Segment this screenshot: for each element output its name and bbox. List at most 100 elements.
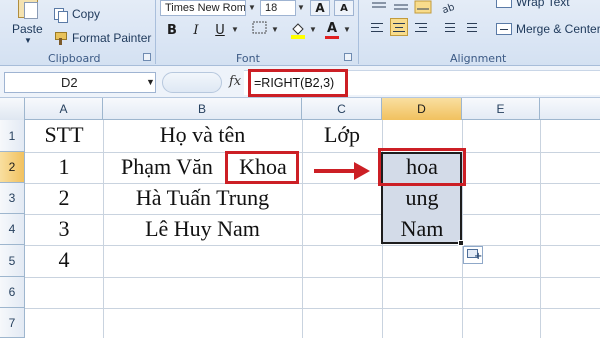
font-color-dropdown-icon[interactable]: ▼ bbox=[342, 22, 352, 38]
column-header-b[interactable]: B bbox=[103, 98, 302, 120]
align-left-icon bbox=[371, 27, 379, 28]
bottom-align-icon bbox=[414, 0, 432, 14]
formula-bar-resize-handle[interactable] bbox=[162, 72, 222, 93]
gridline bbox=[25, 214, 600, 215]
select-all-button[interactable] bbox=[0, 98, 25, 120]
wrap-text-button[interactable]: Wrap Text bbox=[496, 0, 570, 9]
paste-button[interactable]: Paste ▼ bbox=[6, 0, 50, 48]
format-painter-button[interactable]: Format Painter bbox=[54, 30, 151, 46]
clipboard-icon bbox=[18, 0, 38, 19]
top-align-button[interactable] bbox=[370, 0, 388, 14]
border-button[interactable] bbox=[250, 20, 270, 40]
align-center-button[interactable] bbox=[390, 18, 408, 36]
insert-function-button[interactable]: fx bbox=[229, 74, 241, 89]
middle-align-button[interactable] bbox=[392, 0, 410, 14]
increase-indent-button[interactable] bbox=[460, 18, 478, 36]
font-name-box[interactable]: Times New Rom bbox=[160, 0, 246, 16]
row-header-3[interactable]: 3 bbox=[0, 183, 25, 214]
merge-center-icon bbox=[496, 23, 512, 35]
fill-color-dropdown-icon[interactable]: ▼ bbox=[308, 22, 318, 38]
column-header-d[interactable]: D bbox=[382, 98, 462, 120]
align-center-icon bbox=[393, 31, 405, 32]
font-size-dropdown-icon[interactable]: ▼ bbox=[296, 0, 306, 16]
italic-button[interactable]: I bbox=[186, 20, 206, 40]
font-color-button[interactable]: A bbox=[322, 20, 342, 40]
cell-b1[interactable]: Họ và tên bbox=[103, 122, 302, 148]
align-left-icon bbox=[371, 31, 383, 32]
row-header-6[interactable]: 6 bbox=[0, 277, 25, 308]
column-header-row: A B C D E bbox=[0, 98, 600, 120]
underline-dropdown-icon[interactable]: ▼ bbox=[230, 22, 240, 38]
merge-center-button[interactable]: Merge & Center bbox=[496, 22, 600, 36]
cell-d2[interactable]: hoa bbox=[382, 154, 462, 180]
decrease-indent-button[interactable] bbox=[438, 18, 456, 36]
arrow-icon bbox=[314, 169, 358, 173]
font-color-label: A bbox=[326, 21, 338, 36]
clipboard-launcher-icon[interactable] bbox=[143, 53, 151, 61]
font-group-label: Font bbox=[236, 52, 260, 65]
cell-a5[interactable]: 4 bbox=[25, 247, 103, 273]
font-name-dropdown-icon[interactable]: ▼ bbox=[247, 0, 257, 16]
copy-icon bbox=[54, 7, 68, 23]
middle-align-icon bbox=[394, 4, 408, 10]
formula-highlight: =RIGHT(B2,3) bbox=[248, 69, 348, 97]
cell-b4[interactable]: Lê Huy Nam bbox=[103, 216, 302, 242]
indent-icon bbox=[467, 23, 477, 24]
column-header-a[interactable]: A bbox=[25, 98, 103, 120]
gridline bbox=[25, 277, 600, 278]
underline-button[interactable]: U bbox=[210, 20, 230, 40]
cell-b2-text: Phạm Văn bbox=[121, 154, 213, 179]
align-left-button[interactable] bbox=[368, 18, 386, 36]
formula-bar: D2 ▼ fx =RIGHT(B2,3) bbox=[0, 66, 600, 98]
bold-button[interactable]: B bbox=[162, 20, 182, 40]
auto-fill-options-icon[interactable] bbox=[463, 246, 483, 264]
cell-b2[interactable]: Phạm Văn bbox=[121, 154, 231, 180]
row-header-5[interactable]: 5 bbox=[0, 245, 25, 277]
group-divider bbox=[358, 0, 359, 64]
border-icon bbox=[252, 21, 267, 34]
column-header-c[interactable]: C bbox=[302, 98, 382, 120]
shrink-font-button[interactable]: A bbox=[334, 0, 354, 16]
align-center-icon bbox=[393, 23, 405, 24]
merge-center-label: Merge & Center bbox=[516, 22, 600, 36]
orientation-icon: ab bbox=[441, 2, 456, 17]
fill-color-button[interactable] bbox=[288, 20, 308, 40]
column-header-e[interactable]: E bbox=[462, 98, 540, 120]
name-box[interactable]: D2 bbox=[4, 72, 156, 93]
orientation-button[interactable]: ab bbox=[440, 0, 458, 17]
alignment-group-label: Alignment bbox=[450, 52, 507, 65]
row-header-7[interactable]: 7 bbox=[0, 308, 25, 338]
align-right-button[interactable] bbox=[412, 18, 430, 36]
wrap-text-label: Wrap Text bbox=[516, 0, 570, 9]
border-dropdown-icon[interactable]: ▼ bbox=[270, 22, 280, 38]
cell-a3[interactable]: 2 bbox=[25, 185, 103, 211]
fill-bucket-icon bbox=[291, 23, 305, 39]
cell-d3[interactable]: ung bbox=[382, 185, 462, 211]
paste-label: Paste bbox=[12, 22, 43, 36]
align-right-icon bbox=[419, 27, 427, 28]
cell-a4[interactable]: 3 bbox=[25, 216, 103, 242]
font-launcher-icon[interactable] bbox=[344, 53, 352, 61]
worksheet-grid[interactable]: A B C D E 1 2 3 4 5 6 7 STT Họ và tên Lớ… bbox=[0, 98, 600, 338]
format-painter-label: Format Painter bbox=[72, 31, 152, 45]
bottom-align-button[interactable] bbox=[414, 0, 432, 14]
indent-icon bbox=[467, 31, 477, 32]
svg-text:ab: ab bbox=[441, 2, 456, 14]
copy-button[interactable]: Copy bbox=[54, 6, 100, 23]
cell-a1[interactable]: STT bbox=[25, 122, 103, 148]
grow-font-button[interactable]: A bbox=[310, 0, 330, 16]
row-header-4[interactable]: 4 bbox=[0, 214, 25, 245]
cell-d4[interactable]: Nam bbox=[382, 216, 462, 242]
name-box-dropdown-icon[interactable]: ▼ bbox=[146, 72, 155, 93]
cell-a2[interactable]: 1 bbox=[25, 154, 103, 180]
indent-icon bbox=[445, 27, 455, 28]
font-size-box[interactable]: 18 bbox=[260, 0, 296, 16]
cell-b2-highlight: Khoa bbox=[239, 154, 287, 179]
indent-icon bbox=[445, 31, 455, 32]
chevron-down-icon[interactable]: ▼ bbox=[24, 36, 32, 45]
cell-b3[interactable]: Hà Tuấn Trung bbox=[103, 185, 302, 211]
row-header-2[interactable]: 2 bbox=[0, 152, 25, 183]
gridline bbox=[25, 245, 600, 246]
row-header-1[interactable]: 1 bbox=[0, 120, 25, 152]
cell-c1[interactable]: Lớp bbox=[302, 122, 382, 148]
